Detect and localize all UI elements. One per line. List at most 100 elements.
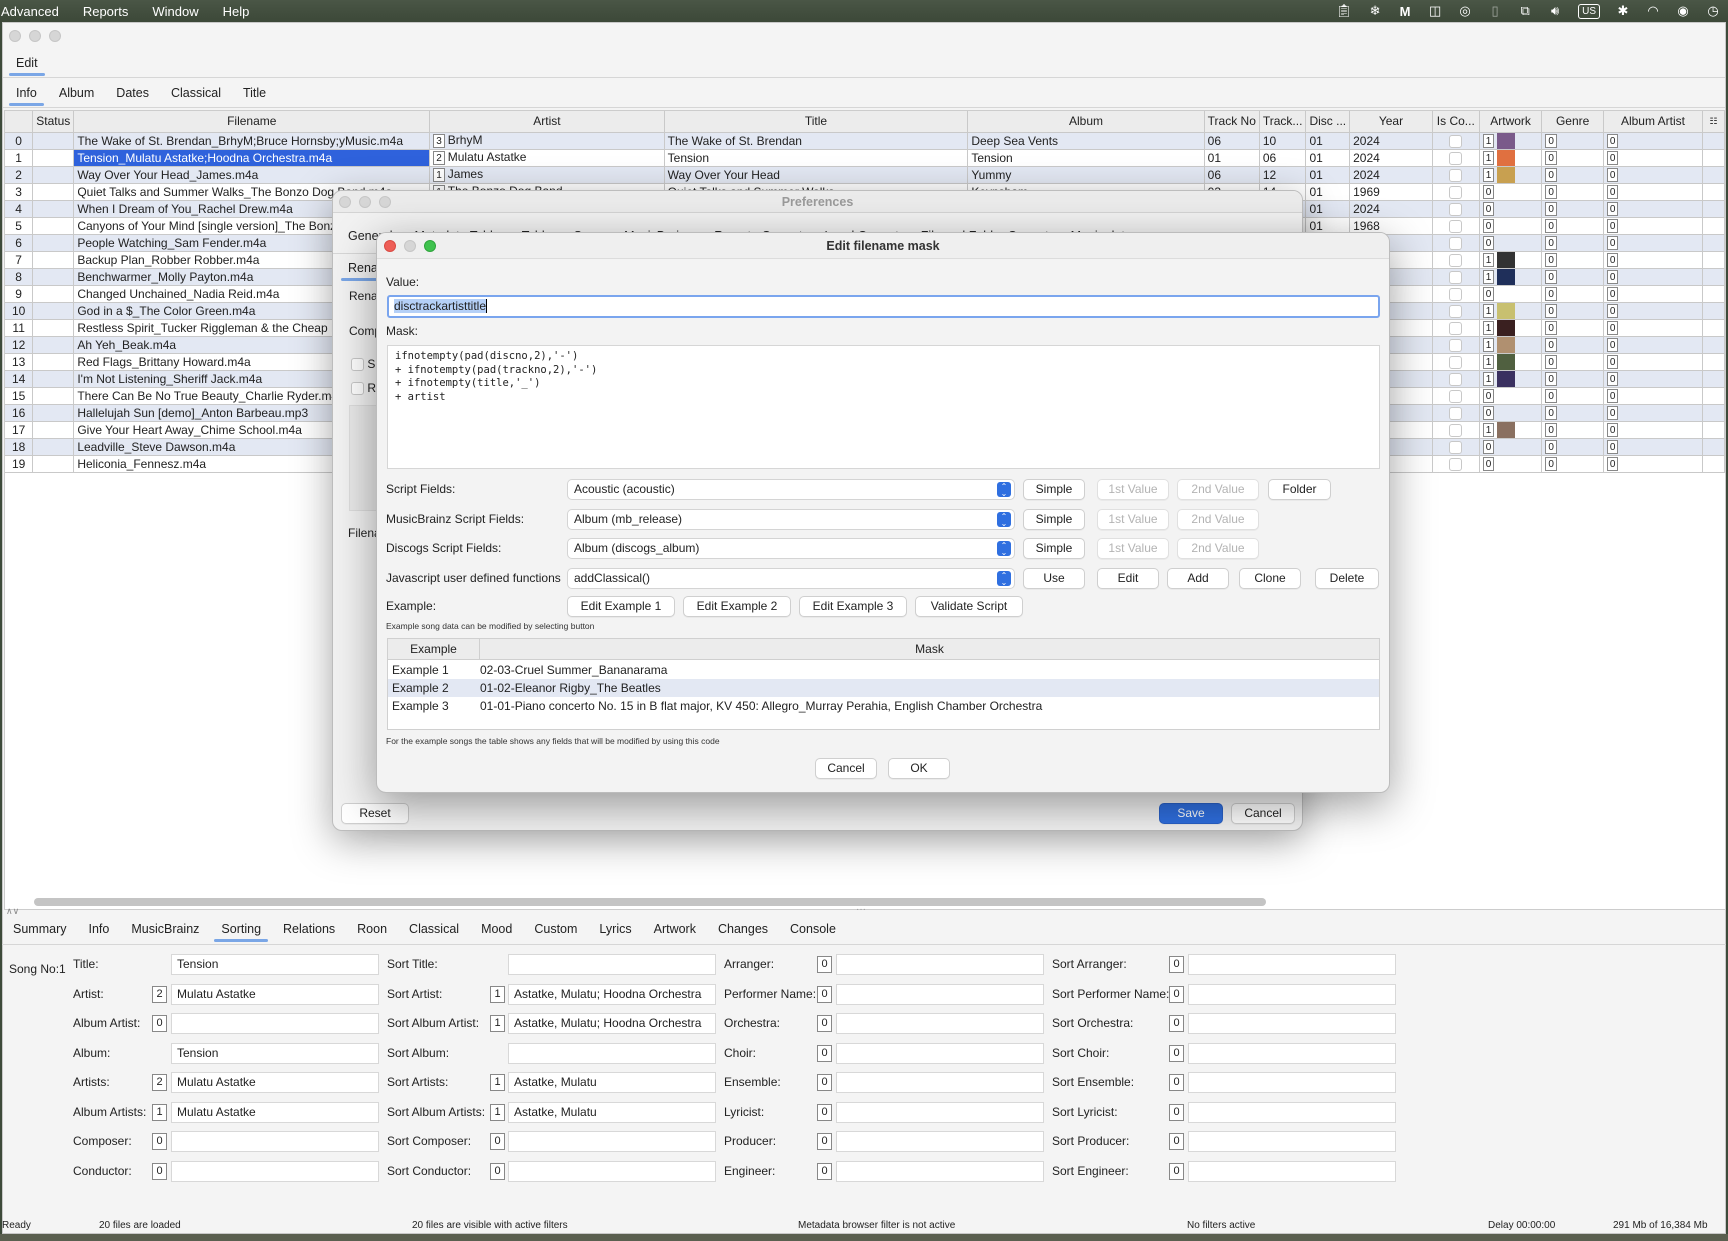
js-functions-select[interactable]: addClassical() ⌃ ⌄: [567, 567, 1015, 589]
is-compilation-cell[interactable]: [1432, 370, 1480, 388]
volume-icon[interactable]: 🔊︎: [1548, 3, 1562, 19]
compilation-checkbox[interactable]: [1449, 151, 1463, 165]
is-compilation-cell[interactable]: [1432, 302, 1480, 320]
sort-producer-count[interactable]: 0: [1169, 1133, 1184, 1150]
row-number[interactable]: 13: [5, 353, 34, 371]
sort-lyricist-count[interactable]: 0: [1169, 1103, 1184, 1121]
artwork-cell[interactable]: 1: [1479, 370, 1543, 388]
minimize-dialog-button[interactable]: [404, 240, 416, 252]
is-compilation-cell[interactable]: [1432, 251, 1480, 269]
sort-artist-field[interactable]: Astatke, Mulatu; Hoodna Orchestra: [508, 983, 716, 1005]
sort-album-artists-count[interactable]: 1: [490, 1103, 505, 1121]
sort-lyricist-field[interactable]: [1188, 1101, 1396, 1123]
producer-field[interactable]: [836, 1131, 1044, 1152]
album-artist-cell[interactable]: 0: [1603, 319, 1704, 337]
album-cell[interactable]: Yummy: [967, 166, 1205, 184]
album-artist-cell[interactable]: 0: [1603, 166, 1704, 184]
col-header-title[interactable]: Title: [664, 111, 969, 133]
is-compilation-cell[interactable]: [1432, 234, 1480, 252]
is-compilation-cell[interactable]: [1432, 404, 1480, 422]
arranger-field[interactable]: [836, 954, 1044, 975]
lyricist-count[interactable]: 0: [817, 1103, 832, 1121]
compilation-checkbox[interactable]: [1449, 338, 1463, 352]
is-compilation-cell[interactable]: [1432, 455, 1480, 473]
is-compilation-cell[interactable]: [1432, 387, 1480, 405]
row-number[interactable]: 2: [5, 166, 34, 184]
sort-ensemble-count[interactable]: 0: [1169, 1074, 1184, 1091]
album-cell[interactable]: Deep Sea Vents: [967, 132, 1205, 150]
sort-artists-field[interactable]: Astatke, Mulatu: [508, 1072, 716, 1093]
screen-mirroring-icon[interactable]: ⧉: [1518, 3, 1532, 19]
col-header-track-total[interactable]: Track...: [1259, 111, 1307, 133]
track-total-cell[interactable]: 10: [1259, 132, 1307, 150]
table-row[interactable]: 2 Way Over Your Head_James.m4a 1 James Way O…: [5, 166, 1725, 184]
artwork-cell[interactable]: 0: [1479, 438, 1543, 456]
value-input[interactable]: disctrackartisttitle: [387, 295, 1380, 318]
user-icon[interactable]: ◉: [1676, 3, 1690, 19]
sort-arranger-field[interactable]: [1188, 954, 1396, 975]
album-artist-cell[interactable]: 0: [1603, 251, 1704, 269]
row-number[interactable]: 19: [5, 455, 34, 473]
disc-cell[interactable]: 01: [1305, 166, 1351, 184]
horizontal-scrollbar[interactable]: [34, 898, 1266, 906]
example-row[interactable]: Example 2 01-02-Eleanor Rigby_The Beatles: [388, 679, 1379, 697]
genre-cell[interactable]: 0: [1541, 370, 1604, 388]
sort-conductor-field[interactable]: [508, 1160, 716, 1182]
genre-cell[interactable]: 0: [1541, 132, 1604, 150]
artwork-cell[interactable]: 1: [1479, 319, 1543, 337]
filename-cell[interactable]: Tension_Mulatu Astatke;Hoodna Orchestra.…: [73, 149, 431, 167]
status-cell[interactable]: [32, 217, 75, 235]
row-number[interactable]: 14: [5, 370, 34, 388]
artist-field[interactable]: Mulatu Astatke: [171, 983, 379, 1005]
choir-field[interactable]: [836, 1042, 1044, 1064]
is-compilation-cell[interactable]: [1432, 319, 1480, 337]
malwarebytes-icon[interactable]: M: [1398, 4, 1412, 19]
filename-cell[interactable]: The Wake of St. Brendan_BrhyM;Bruce Horn…: [73, 132, 431, 150]
album-artist-field[interactable]: [171, 1013, 379, 1034]
compilation-checkbox[interactable]: [1449, 219, 1463, 233]
genre-cell[interactable]: 0: [1541, 302, 1604, 320]
album-artist-cell[interactable]: 0: [1603, 438, 1704, 456]
row-number[interactable]: 10: [5, 302, 34, 320]
status-cell[interactable]: [32, 353, 75, 371]
discogs-script-fields-simple-button[interactable]: Simple: [1023, 538, 1085, 559]
compilation-checkbox[interactable]: [1449, 134, 1463, 148]
artwork-cell[interactable]: 1: [1479, 251, 1543, 269]
genre-cell[interactable]: 0: [1541, 319, 1604, 337]
sort-composer-field[interactable]: [508, 1131, 716, 1152]
example-row[interactable]: Example 1 02-03-Cruel Summer_Bananarama: [388, 661, 1379, 679]
year-cell[interactable]: 2024: [1349, 166, 1433, 184]
album-artist-cell[interactable]: 0: [1603, 217, 1704, 235]
table-row[interactable]: 1 Tension_Mulatu Astatke;Hoodna Orchestra…: [5, 149, 1725, 167]
status-cell[interactable]: [32, 302, 75, 320]
album-artists-field[interactable]: Mulatu Astatke: [171, 1101, 379, 1123]
artwork-cell[interactable]: 1: [1479, 132, 1543, 150]
artwork-cell[interactable]: 0: [1479, 234, 1543, 252]
subtab-title[interactable]: Title: [232, 80, 277, 106]
genre-cell[interactable]: 0: [1541, 353, 1604, 371]
col-header-status[interactable]: Status: [32, 111, 75, 133]
col-header-year[interactable]: Year: [1349, 111, 1433, 133]
genre-cell[interactable]: 0: [1541, 404, 1604, 422]
sort-conductor-count[interactable]: 0: [490, 1162, 505, 1180]
album-artist-cell[interactable]: 0: [1603, 370, 1704, 388]
split-view-icon[interactable]: ◫: [1428, 3, 1442, 19]
artwork-cell[interactable]: 1: [1479, 166, 1543, 184]
year-cell[interactable]: 1969: [1349, 183, 1433, 201]
script-fields-select[interactable]: Acoustic (acoustic) ⌃ ⌄: [567, 479, 1015, 500]
edit-example-3-button[interactable]: Edit Example 3: [799, 596, 907, 617]
splitter-handle[interactable]: ···: [856, 904, 866, 915]
bottom-tab-classical[interactable]: Classical: [398, 916, 470, 942]
track-no-cell[interactable]: 06: [1204, 166, 1260, 184]
status-cell[interactable]: [32, 268, 75, 286]
title-cell[interactable]: The Wake of St. Brendan: [664, 132, 969, 150]
snowflake-icon[interactable]: ❄: [1368, 3, 1382, 19]
artwork-cell[interactable]: 0: [1479, 285, 1543, 303]
album-artist-cell[interactable]: 0: [1603, 421, 1704, 439]
status-cell[interactable]: [32, 319, 75, 337]
engineer-count[interactable]: 0: [817, 1162, 832, 1180]
year-cell[interactable]: 2024: [1349, 132, 1433, 150]
performer-name-field[interactable]: [836, 983, 1044, 1005]
col-header-rownum[interactable]: [5, 111, 34, 133]
col-header-artwork[interactable]: Artwork: [1479, 111, 1543, 133]
